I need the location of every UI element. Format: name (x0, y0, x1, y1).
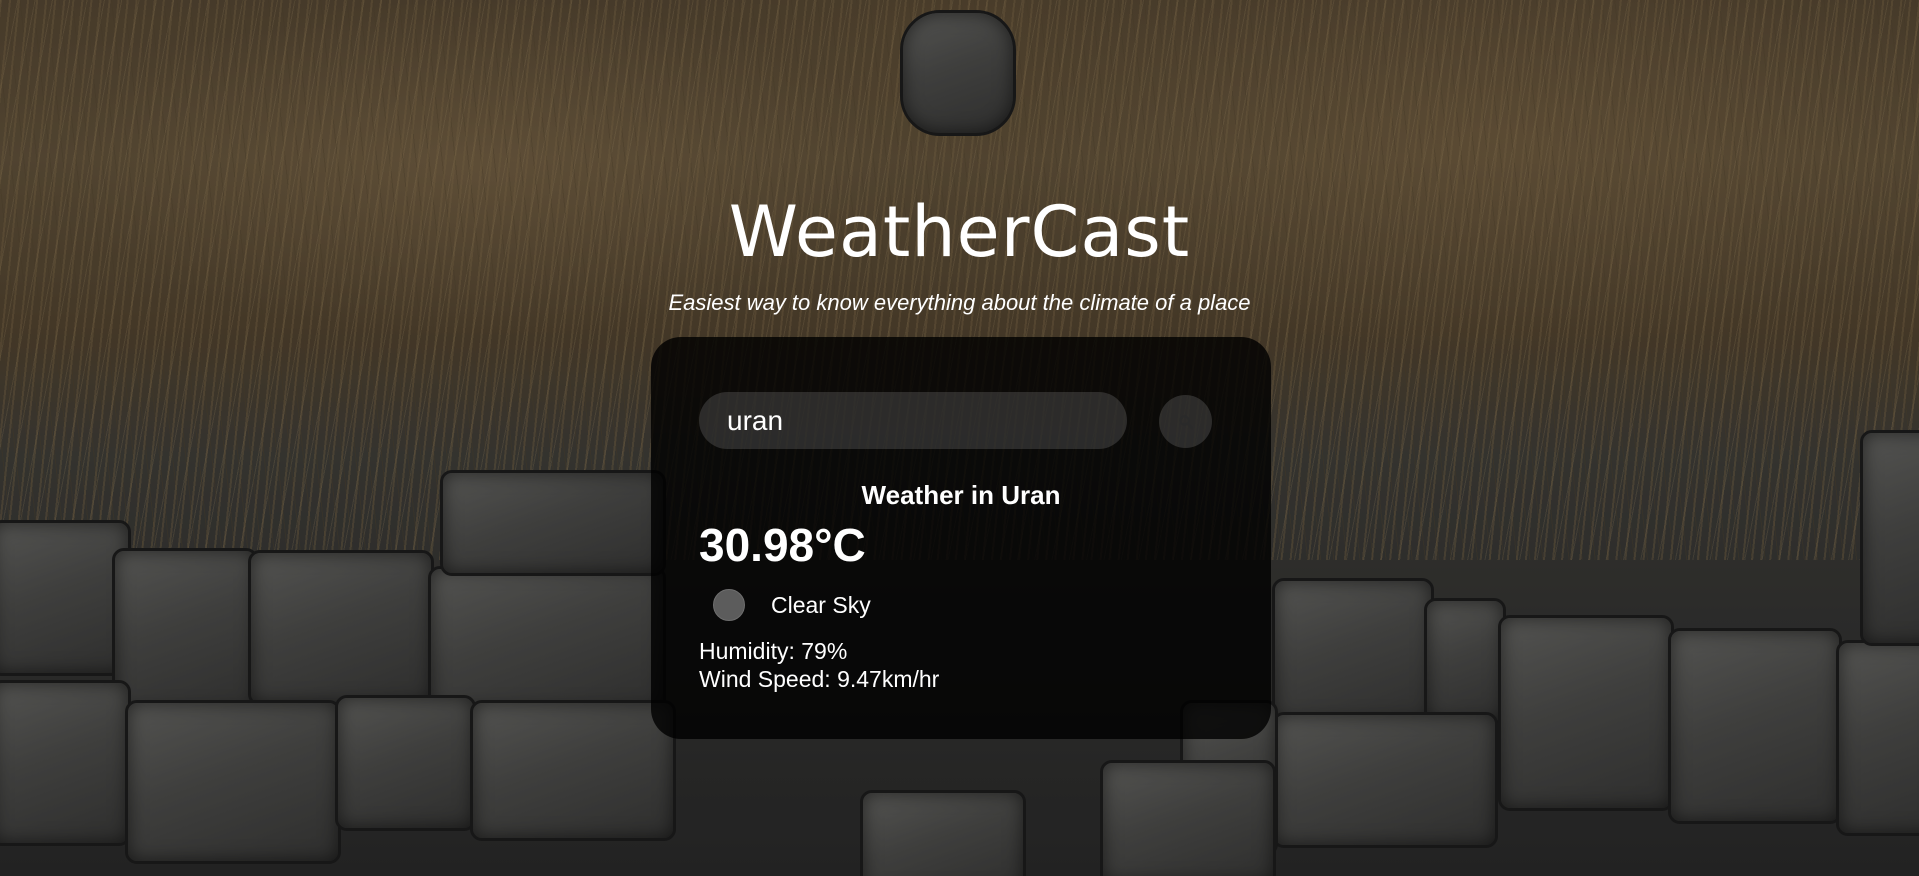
search-button[interactable] (1159, 395, 1212, 448)
weather-condition-icon (713, 589, 745, 621)
weather-location-heading: Weather in Uran (861, 480, 1061, 510)
temperature-value: 30.98°C (699, 519, 866, 571)
wind-speed-value: Wind Speed: 9.47km/hr (699, 666, 940, 692)
app-title: WeatherCast (728, 191, 1191, 273)
humidity-value: Humidity: 79% (699, 638, 848, 664)
weather-description: Clear Sky (771, 592, 871, 618)
search-input[interactable] (699, 392, 1127, 449)
app-subtitle: Easiest way to know everything about the… (668, 290, 1251, 315)
weather-condition: Clear Sky (713, 587, 871, 623)
weather-card: Weather in Uran 30.98°C Clear Sky Humidi… (651, 337, 1271, 739)
search-icon (1178, 414, 1194, 430)
